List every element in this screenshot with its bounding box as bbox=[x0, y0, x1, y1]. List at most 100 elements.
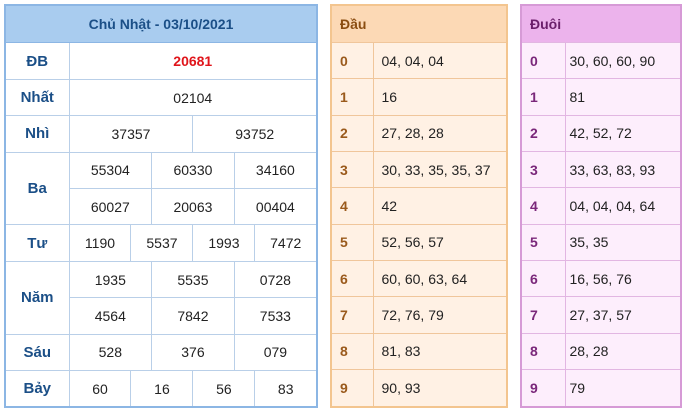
prize-value: 079 bbox=[233, 333, 318, 372]
prize-value: 55304 bbox=[68, 151, 153, 190]
dau-row: 6 60, 60, 63, 64 bbox=[330, 259, 508, 298]
dau-row: 0 04, 04, 04 bbox=[330, 41, 508, 80]
duoi-key: 8 bbox=[520, 332, 566, 370]
prize-value: 376 bbox=[151, 333, 235, 372]
dau-key: 9 bbox=[330, 368, 374, 408]
prize-label-nam: Năm bbox=[4, 260, 70, 335]
dau-row: 7 72, 76, 79 bbox=[330, 296, 508, 334]
dau-row: 2 27, 28, 28 bbox=[330, 114, 508, 152]
duoi-row: 8 28, 28 bbox=[520, 332, 682, 370]
dau-key: 0 bbox=[330, 41, 374, 80]
duoi-key: 2 bbox=[520, 114, 566, 152]
duoi-values: 35, 35 bbox=[564, 223, 682, 261]
prize-label-db: ĐB bbox=[4, 42, 70, 80]
prize-value: 20063 bbox=[151, 188, 235, 226]
prize-value: 1993 bbox=[192, 224, 256, 262]
duoi-row: 1 81 bbox=[520, 78, 682, 116]
prize-label-nhi: Nhì bbox=[4, 115, 70, 153]
prize-value: 60330 bbox=[151, 151, 235, 190]
duoi-key: 4 bbox=[520, 187, 566, 225]
dau-key: 5 bbox=[330, 223, 374, 261]
prize-value: 34160 bbox=[233, 151, 318, 190]
prize-row-nhi: Nhì 37357 93752 bbox=[4, 115, 318, 153]
prize-value: 5535 bbox=[151, 260, 235, 299]
duoi-values: 30, 60, 60, 90 bbox=[564, 41, 682, 80]
prize-value: 1935 bbox=[68, 260, 153, 299]
results-table: Chủ Nhật - 03/10/2021 ĐB 20681 Nhất 0210… bbox=[4, 4, 318, 408]
duoi-key: 9 bbox=[520, 368, 566, 408]
prize-value: 37357 bbox=[68, 115, 194, 153]
duoi-values: 28, 28 bbox=[564, 332, 682, 370]
duoi-row: 4 04, 04, 04, 64 bbox=[520, 187, 682, 225]
duoi-values: 33, 63, 83, 93 bbox=[564, 150, 682, 189]
prize-value: 60 bbox=[68, 370, 132, 408]
prize-value: 00404 bbox=[233, 188, 318, 226]
dau-row: 3 30, 33, 35, 35, 37 bbox=[330, 150, 508, 189]
dau-values: 60, 60, 63, 64 bbox=[372, 259, 508, 298]
dau-values: 30, 33, 35, 35, 37 bbox=[372, 150, 508, 189]
prize-label-nhat: Nhất bbox=[4, 78, 70, 117]
prize-value: 1190 bbox=[68, 224, 132, 262]
dau-values: 52, 56, 57 bbox=[372, 223, 508, 261]
prize-value-nhat: 02104 bbox=[68, 78, 318, 117]
prize-value: 528 bbox=[68, 333, 153, 372]
duoi-title: Đuôi bbox=[520, 4, 682, 43]
duoi-key: 7 bbox=[520, 296, 566, 334]
prize-value: 56 bbox=[192, 370, 256, 408]
prize-label-sau: Sáu bbox=[4, 333, 70, 372]
prize-label-ba: Ba bbox=[4, 151, 70, 226]
dau-values: 81, 83 bbox=[372, 332, 508, 370]
duoi-row: 7 27, 37, 57 bbox=[520, 296, 682, 334]
dau-row: 5 52, 56, 57 bbox=[330, 223, 508, 261]
prize-value: 60027 bbox=[68, 188, 153, 226]
prize-value: 0728 bbox=[233, 260, 318, 299]
prize-row-nhat: Nhất 02104 bbox=[4, 78, 318, 117]
duoi-row: 6 16, 56, 76 bbox=[520, 259, 682, 298]
prize-row-bay: Bảy 60 16 56 83 bbox=[4, 370, 318, 408]
duoi-key: 1 bbox=[520, 78, 566, 116]
prize-value: 83 bbox=[254, 370, 318, 408]
dau-table: Đầu 0 04, 04, 04 1 16 2 27, 28, 28 3 30, 33,… bbox=[330, 4, 508, 408]
dau-title: Đầu bbox=[330, 4, 508, 43]
dau-key: 8 bbox=[330, 332, 374, 370]
date-title: Chủ Nhật - 03/10/2021 bbox=[4, 4, 318, 44]
dau-values: 27, 28, 28 bbox=[372, 114, 508, 152]
prize-row-nam-1: Năm 1935 5535 0728 bbox=[4, 260, 318, 335]
prize-value-db: 20681 bbox=[68, 42, 318, 80]
duoi-row: 0 30, 60, 60, 90 bbox=[520, 41, 682, 80]
dau-values: 72, 76, 79 bbox=[372, 296, 508, 334]
prize-row-ba-1: Ba 55304 60330 34160 bbox=[4, 151, 318, 226]
prize-value: 7533 bbox=[233, 297, 318, 335]
dau-key: 7 bbox=[330, 296, 374, 334]
duoi-table: Đuôi 0 30, 60, 60, 90 1 81 2 42, 52, 72 3 33… bbox=[520, 4, 682, 408]
duoi-row: 5 35, 35 bbox=[520, 223, 682, 261]
dau-row: 9 90, 93 bbox=[330, 368, 508, 408]
dau-values: 04, 04, 04 bbox=[372, 41, 508, 80]
dau-key: 2 bbox=[330, 114, 374, 152]
duoi-key: 0 bbox=[520, 41, 566, 80]
duoi-row: 2 42, 52, 72 bbox=[520, 114, 682, 152]
dau-key: 1 bbox=[330, 78, 374, 116]
prize-value: 7842 bbox=[151, 297, 235, 335]
dau-row: 8 81, 83 bbox=[330, 332, 508, 370]
duoi-values: 79 bbox=[564, 368, 682, 408]
prize-row-db: ĐB 20681 bbox=[4, 42, 318, 80]
dau-values: 90, 93 bbox=[372, 368, 508, 408]
duoi-row: 9 79 bbox=[520, 368, 682, 408]
duoi-key: 5 bbox=[520, 223, 566, 261]
prize-row-sau: Sáu 528 376 079 bbox=[4, 333, 318, 372]
dau-row: 4 42 bbox=[330, 187, 508, 225]
duoi-key: 3 bbox=[520, 150, 566, 189]
dau-row: 1 16 bbox=[330, 78, 508, 116]
prize-label-tu: Tư bbox=[4, 224, 70, 262]
dau-key: 4 bbox=[330, 187, 374, 225]
duoi-values: 04, 04, 04, 64 bbox=[564, 187, 682, 225]
duoi-key: 6 bbox=[520, 259, 566, 298]
duoi-values: 42, 52, 72 bbox=[564, 114, 682, 152]
prize-value: 4564 bbox=[68, 297, 153, 335]
dau-values: 16 bbox=[372, 78, 508, 116]
duoi-values: 27, 37, 57 bbox=[564, 296, 682, 334]
prize-value: 7472 bbox=[254, 224, 318, 262]
duoi-values: 16, 56, 76 bbox=[564, 259, 682, 298]
prize-value: 5537 bbox=[130, 224, 194, 262]
